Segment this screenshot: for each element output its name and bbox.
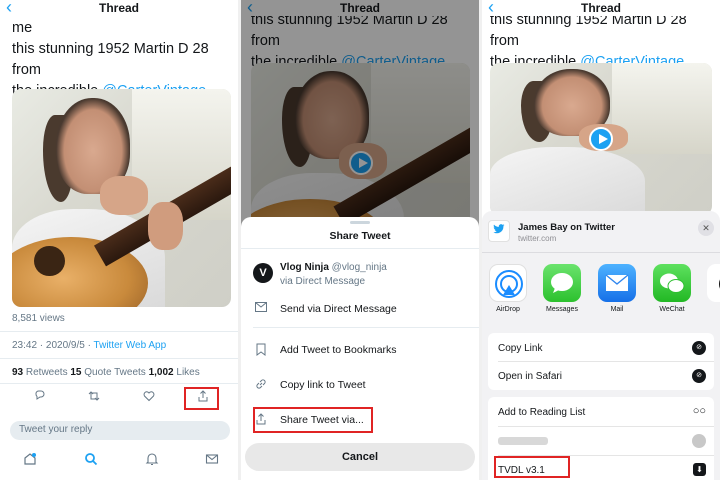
copy-link-label: Copy link to Tweet [280,379,366,391]
divider [0,358,238,359]
open-in-safari-item[interactable]: Open in Safari ⊘ [498,361,706,391]
app-label: WeChat [659,306,685,313]
source-link[interactable]: Twitter Web App [94,340,167,351]
messages-mail-icon[interactable] [202,452,222,472]
open-in-safari-label: Open in Safari [498,371,562,382]
safari-compass-icon: ⊘ [692,369,706,383]
thread-panel-2: this stunning 1952 Martin D 28 from the … [241,0,479,480]
action-group-1: Copy Link ⊘ Open in Safari ⊘ [488,333,714,390]
divider [0,383,238,384]
download-icon: ⬇ [693,463,706,476]
tweet-timestamp: 23:42 · 2020/9/5 · Twitter Web App [12,340,166,351]
highlight-box [253,407,373,433]
retweets-label: Retweets [23,367,71,378]
retweets-count[interactable]: 93 [12,367,23,378]
app-label: Messages [546,306,578,313]
divider [0,331,238,332]
link-icon [253,378,269,392]
cancel-button[interactable]: Cancel [245,443,475,471]
dm-recipient-row[interactable]: V Vlog Ninja @vlog_ninja via Direct Mess… [253,258,479,290]
ios-share-sheet: James Bay on Twitter twitter.com ✕ AirDr… [482,211,720,480]
mail-icon [598,264,636,302]
airdrop-icon [489,264,527,302]
divider [253,327,479,328]
reply-icon[interactable] [32,390,48,406]
search-icon[interactable] [81,452,101,472]
blurred-icon [692,434,706,448]
twitter-bird-icon [488,220,510,242]
tweet-line: this stunning 1952 Martin D 28 from [12,41,209,78]
app-more-partial[interactable] [706,264,720,302]
nav-header: ‹ Thread [482,0,720,17]
app-messages[interactable]: Messages [542,264,582,313]
add-bookmark-label: Add Tweet to Bookmarks [280,344,397,356]
app-icon-partial [707,264,720,302]
thread-panel-3: this stunning 1952 Martin D 28 from the … [482,0,720,480]
page-title: Thread [580,1,621,15]
reply-input[interactable]: Tweet your reply [10,421,230,440]
close-icon[interactable]: ✕ [698,220,714,236]
divider [482,252,720,253]
messages-icon [543,264,581,302]
app-airdrop[interactable]: AirDrop [488,264,528,313]
photo-hand [147,202,183,251]
dm-user-name: Vlog Ninja [280,262,329,273]
dm-user-handle: @vlog_ninja [328,262,387,273]
wechat-icon [653,264,691,302]
play-icon[interactable] [589,127,613,151]
retweet-icon[interactable] [86,390,102,406]
send-via-dm-label: Send via Direct Message [280,303,397,315]
video-thumbnail[interactable] [12,89,231,307]
highlight-box [494,456,570,478]
bottom-tab-bar [0,445,238,480]
add-bookmark-item[interactable]: Add Tweet to Bookmarks [253,334,479,366]
divider [241,248,479,249]
tweet-line: this stunning 1952 Martin D 28 from [490,12,687,49]
likes-label: Likes [173,367,200,378]
highlight-box [184,387,219,410]
page-title: Thread [98,1,139,15]
nav-header: ‹ Thread [0,0,238,17]
app-label: AirDrop [496,306,520,313]
share-tweet-sheet: Share Tweet V Vlog Ninja @vlog_ninja via… [241,217,479,480]
blurred-action-item[interactable] [498,426,706,456]
mail-icon [253,302,269,316]
send-via-dm-item[interactable]: Send via Direct Message [253,293,479,325]
app-wechat[interactable]: WeChat [652,264,692,313]
add-reading-list-item[interactable]: Add to Reading List ○○ [498,397,706,427]
copy-link-item[interactable]: Copy link to Tweet [253,369,479,401]
quote-tweets-label: Quote Tweets [81,367,149,378]
share-page-url: twitter.com [518,234,557,243]
app-mail[interactable]: Mail [597,264,637,313]
share-page-title: James Bay on Twitter [518,222,615,233]
app-label: Mail [610,306,624,313]
dm-recipient-name: Vlog Ninja @vlog_ninja [280,262,387,273]
photo-hand [99,176,148,216]
photo-shirt [490,146,646,215]
video-thumbnail[interactable] [490,63,712,215]
sheet-grabber[interactable] [350,221,370,224]
photo-soundhole [33,245,65,277]
copy-link-item[interactable]: Copy Link ⊘ [498,333,706,363]
glasses-icon: ○○ [692,405,706,417]
notifications-bell-icon[interactable] [142,452,162,472]
timestamp-text: 23:42 · 2020/9/5 · [12,340,94,351]
copy-link-label: Copy Link [498,343,543,354]
quote-tweets-count[interactable]: 15 [70,367,81,378]
like-heart-icon[interactable] [141,390,157,406]
dm-via-label: via Direct Message [280,276,366,287]
likes-count[interactable]: 1,002 [149,367,174,378]
bookmark-add-icon [253,343,269,357]
sheet-title: Share Tweet [329,230,391,242]
thread-panel-1: luckiest lad in the world - Lucy got me … [0,0,238,480]
blurred-label [498,437,548,445]
engagement-stats: 93 Retweets 15 Quote Tweets 1,002 Likes [12,367,200,378]
views-count: 8,581 views [12,313,65,324]
add-reading-list-label: Add to Reading List [498,407,586,418]
home-icon[interactable] [20,452,40,472]
copy-link-icon: ⊘ [692,341,706,355]
avatar: V [253,263,273,283]
